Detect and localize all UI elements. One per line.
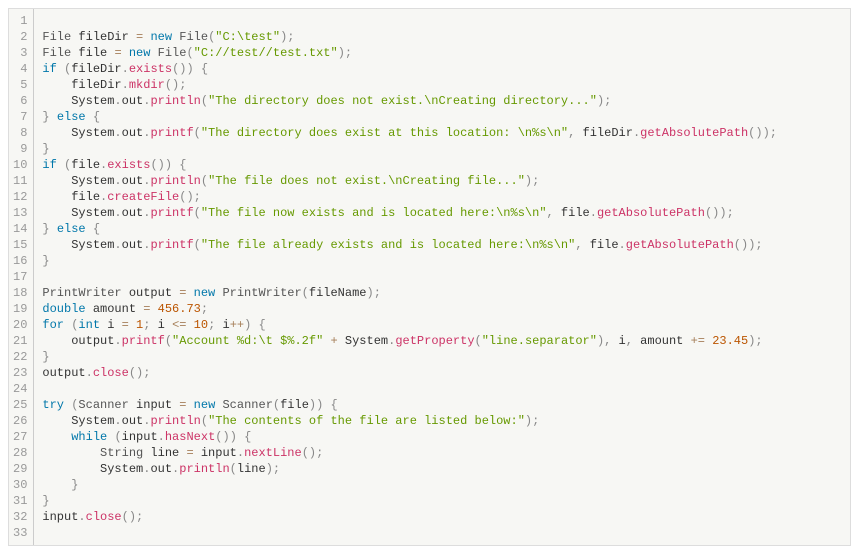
code-line: } bbox=[42, 477, 842, 493]
line-number: 2 bbox=[13, 29, 27, 45]
line-number: 33 bbox=[13, 525, 27, 541]
line-number: 14 bbox=[13, 221, 27, 237]
code-line: while (input.hasNext()) { bbox=[42, 429, 842, 445]
line-number: 22 bbox=[13, 349, 27, 365]
code-line: if (fileDir.exists()) { bbox=[42, 61, 842, 77]
code-line: System.out.println("The directory does n… bbox=[42, 93, 842, 109]
line-number: 27 bbox=[13, 429, 27, 445]
code-line: System.out.println("The contents of the … bbox=[42, 413, 842, 429]
line-number: 10 bbox=[13, 157, 27, 173]
code-line bbox=[42, 13, 842, 29]
line-number: 12 bbox=[13, 189, 27, 205]
line-number: 15 bbox=[13, 237, 27, 253]
code-line bbox=[42, 381, 842, 397]
code-line: } bbox=[42, 253, 842, 269]
line-number: 21 bbox=[13, 333, 27, 349]
line-number: 32 bbox=[13, 509, 27, 525]
code-line: } else { bbox=[42, 221, 842, 237]
line-number: 11 bbox=[13, 173, 27, 189]
code-area[interactable]: File fileDir = new File("C:\test");File … bbox=[34, 9, 850, 545]
line-number: 30 bbox=[13, 477, 27, 493]
line-number: 8 bbox=[13, 125, 27, 141]
line-number: 19 bbox=[13, 301, 27, 317]
code-line: System.out.printf("The file now exists a… bbox=[42, 205, 842, 221]
line-number: 7 bbox=[13, 109, 27, 125]
line-number: 25 bbox=[13, 397, 27, 413]
line-number: 17 bbox=[13, 269, 27, 285]
line-number: 9 bbox=[13, 141, 27, 157]
line-number: 18 bbox=[13, 285, 27, 301]
line-number: 6 bbox=[13, 93, 27, 109]
code-line: System.out.println("The file does not ex… bbox=[42, 173, 842, 189]
line-number: 23 bbox=[13, 365, 27, 381]
code-line: try (Scanner input = new Scanner(file)) … bbox=[42, 397, 842, 413]
code-line: if (file.exists()) { bbox=[42, 157, 842, 173]
line-number: 5 bbox=[13, 77, 27, 93]
code-line: file.createFile(); bbox=[42, 189, 842, 205]
line-number: 31 bbox=[13, 493, 27, 509]
line-number: 3 bbox=[13, 45, 27, 61]
code-line: input.close(); bbox=[42, 509, 842, 525]
code-line: PrintWriter output = new PrintWriter(fil… bbox=[42, 285, 842, 301]
line-number: 16 bbox=[13, 253, 27, 269]
code-line: String line = input.nextLine(); bbox=[42, 445, 842, 461]
line-number: 26 bbox=[13, 413, 27, 429]
line-number: 1 bbox=[13, 13, 27, 29]
code-line: fileDir.mkdir(); bbox=[42, 77, 842, 93]
code-line: } bbox=[42, 493, 842, 509]
code-line: for (int i = 1; i <= 10; i++) { bbox=[42, 317, 842, 333]
code-line: System.out.printf("The directory does ex… bbox=[42, 125, 842, 141]
code-line: output.close(); bbox=[42, 365, 842, 381]
code-line: } else { bbox=[42, 109, 842, 125]
code-line: } bbox=[42, 349, 842, 365]
code-line: File file = new File("C://test//test.txt… bbox=[42, 45, 842, 61]
line-number: 4 bbox=[13, 61, 27, 77]
line-number: 20 bbox=[13, 317, 27, 333]
code-line: } bbox=[42, 141, 842, 157]
line-number: 24 bbox=[13, 381, 27, 397]
code-line: System.out.println(line); bbox=[42, 461, 842, 477]
code-line bbox=[42, 525, 842, 541]
code-line: double amount = 456.73; bbox=[42, 301, 842, 317]
code-line bbox=[42, 269, 842, 285]
line-number: 28 bbox=[13, 445, 27, 461]
code-block: 1234567891011121314151617181920212223242… bbox=[8, 8, 851, 546]
code-line: System.out.printf("The file already exis… bbox=[42, 237, 842, 253]
line-number-gutter: 1234567891011121314151617181920212223242… bbox=[9, 9, 34, 545]
code-line: File fileDir = new File("C:\test"); bbox=[42, 29, 842, 45]
line-number: 13 bbox=[13, 205, 27, 221]
line-number: 29 bbox=[13, 461, 27, 477]
code-line: output.printf("Account %d:\t $%.2f" + Sy… bbox=[42, 333, 842, 349]
